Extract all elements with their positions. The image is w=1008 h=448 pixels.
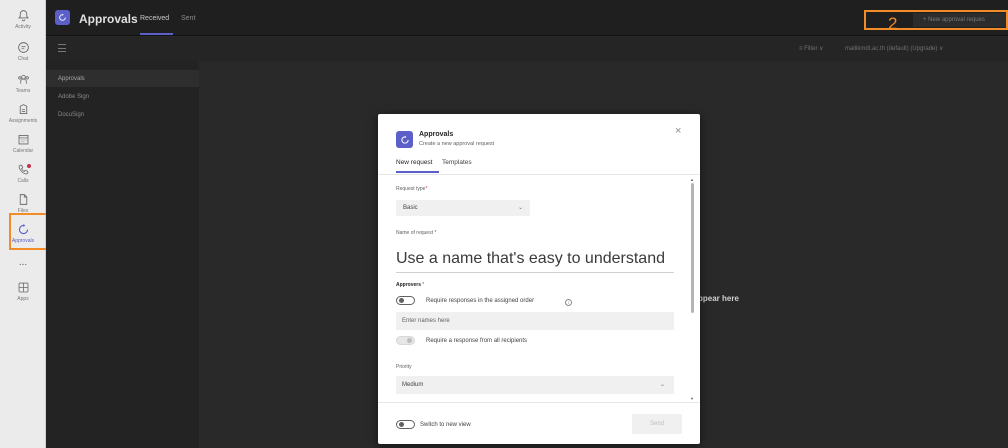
- dialog-title: Approvals: [419, 131, 454, 138]
- rail-item-calendar[interactable]: Calendar: [3, 126, 43, 160]
- rail-item-teams[interactable]: Teams: [3, 66, 43, 100]
- all-recipients-label: Require a response from all recipients: [426, 338, 528, 344]
- dialog-scrollbar[interactable]: ▲ ▼: [690, 177, 695, 402]
- tab-underline: [140, 33, 173, 35]
- new-approval-dialog: Approvals Create a new approval request …: [378, 114, 700, 444]
- left-nav: Approvals Adobe Sign DocuSign: [46, 61, 199, 448]
- bell-icon: [17, 9, 29, 21]
- rail-item-activity[interactable]: Activity: [3, 2, 43, 36]
- apps-icon: [18, 282, 28, 292]
- menu-icon[interactable]: [58, 44, 66, 52]
- scroll-up-icon[interactable]: ▲: [690, 177, 694, 182]
- name-label: Name of request *: [396, 230, 437, 236]
- calendar-icon: [18, 134, 28, 144]
- environment-selector[interactable]: mallikmdt.ac.th (default) (Upgrade) ∨: [845, 45, 943, 52]
- highlight-box-approvals: [9, 213, 49, 250]
- rail-item-chat[interactable]: Chat: [3, 34, 43, 68]
- new-view-label: Switch to new view: [420, 422, 471, 428]
- assigned-order-label: Require responses in the assigned order: [426, 298, 535, 304]
- approvers-input[interactable]: Enter names here: [396, 312, 674, 330]
- tab-received[interactable]: Received: [140, 15, 169, 22]
- rail-label: Calls: [17, 177, 29, 184]
- notification-dot: [27, 164, 31, 168]
- tab-sent[interactable]: Sent: [181, 15, 195, 22]
- chevron-down-icon: ⌄: [660, 382, 666, 388]
- rail-label: Chat: [17, 55, 29, 62]
- priority-label: Priority: [396, 364, 412, 370]
- close-icon[interactable]: ×: [675, 125, 681, 137]
- divider: [378, 402, 700, 403]
- dialog-subtitle: Create a new approval request: [419, 141, 495, 147]
- empty-state-text: ppear here: [698, 294, 739, 303]
- annotation-number-2: 2: [888, 14, 898, 33]
- assignments-icon: [19, 103, 27, 114]
- tab-templates[interactable]: Templates: [442, 159, 472, 166]
- new-view-toggle[interactable]: [396, 420, 415, 429]
- all-recipients-toggle[interactable]: [396, 336, 415, 345]
- tab-underline: [396, 171, 439, 173]
- scrollbar-thumb[interactable]: [691, 183, 694, 313]
- approvals-app-icon: [55, 10, 70, 25]
- rail-label: Activity: [15, 23, 31, 30]
- highlight-box-new-request: [864, 10, 1008, 30]
- nav-item-approvals[interactable]: Approvals: [46, 70, 199, 87]
- nav-item-adobe-sign[interactable]: Adobe Sign: [46, 88, 199, 105]
- scroll-down-icon[interactable]: ▼: [690, 396, 694, 401]
- request-type-select[interactable]: Basic ⌄: [396, 200, 530, 216]
- rail-item-assignments[interactable]: Assignments: [3, 96, 43, 130]
- filter-button[interactable]: ≡ Filter ∨: [799, 45, 824, 52]
- rail-item-calls[interactable]: Calls: [3, 156, 43, 190]
- divider: [378, 174, 700, 175]
- more-icon: ...: [18, 257, 28, 268]
- teams-icon: [17, 74, 29, 84]
- rail-label: Apps: [17, 295, 29, 302]
- chat-icon: [17, 41, 29, 53]
- rail-item-apps[interactable]: Apps: [3, 274, 43, 308]
- approvals-icon: [396, 131, 413, 148]
- file-icon: [19, 193, 27, 205]
- rail-label: Calendar: [12, 147, 34, 154]
- request-name-input[interactable]: Use a name that's easy to understand: [396, 245, 674, 273]
- request-type-label: Request type*: [396, 186, 428, 192]
- request-type-value: Basic: [403, 205, 418, 211]
- rail-label: Teams: [15, 87, 31, 94]
- priority-value: Medium: [402, 382, 424, 388]
- assigned-order-toggle[interactable]: [396, 296, 415, 305]
- send-button[interactable]: Send: [632, 414, 682, 434]
- approvers-label: Approvers *: [396, 282, 425, 288]
- app-title: Approvals: [79, 12, 138, 26]
- chevron-down-icon: ⌄: [518, 205, 524, 211]
- priority-select[interactable]: Medium ⌄: [396, 376, 674, 394]
- tab-new-request[interactable]: New request: [396, 159, 433, 166]
- nav-item-docusign[interactable]: DocuSign: [46, 106, 199, 123]
- rail-label: Assignments: [8, 117, 38, 124]
- info-icon[interactable]: i: [565, 299, 572, 306]
- sub-toolbar: ≡ Filter ∨ mallikmdt.ac.th (default) (Up…: [46, 37, 1008, 61]
